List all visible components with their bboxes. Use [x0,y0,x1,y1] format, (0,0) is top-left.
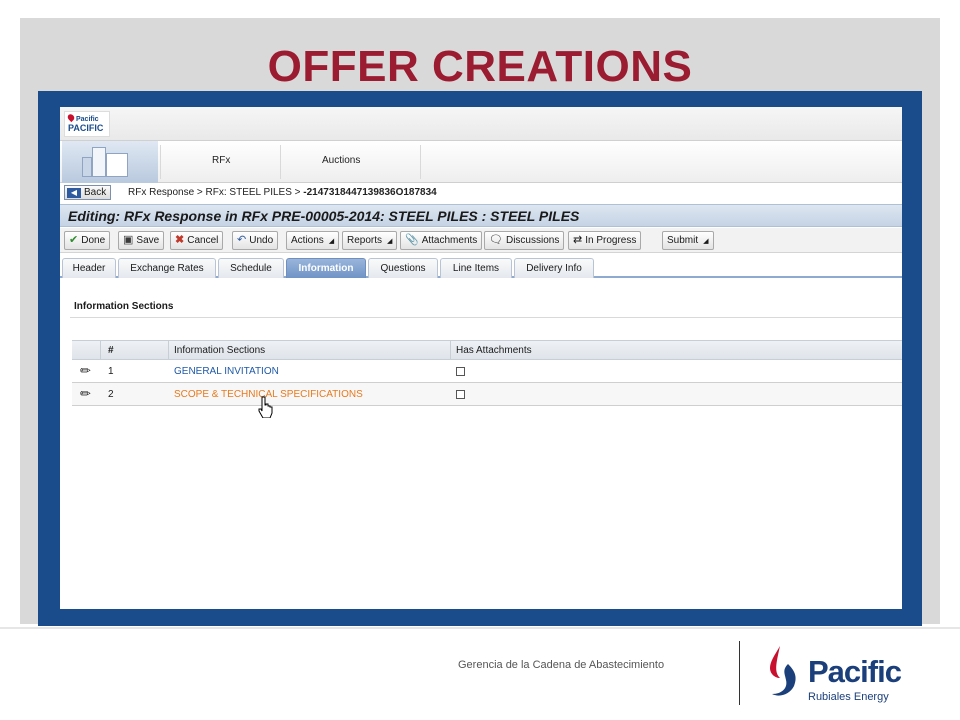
paperclip-icon: 📎 [405,234,419,246]
app-window: Pacific PACIFIC RFx Auctions ◀ Back RFx … [60,107,902,609]
footer-text: Gerencia de la Cadena de Abastecimiento [458,659,665,671]
attachments-button[interactable]: 📎 Attachments [400,231,483,250]
screenshot-frame: Pacific PACIFIC RFx Auctions ◀ Back RFx … [38,91,922,626]
workflow-icon: ⇄ [573,234,583,246]
back-arrow-icon: ◀ [67,187,81,198]
done-label: Done [81,235,106,246]
breadcrumb-row: ◀ Back RFx Response > RFx: STEEL PILES >… [60,183,902,203]
dropdown-caret-icon: ◢ [703,237,709,245]
brand-tagline: Rubiales Energy [808,691,889,703]
tab-information[interactable]: Information [286,258,366,278]
undo-label: Undo [249,235,274,246]
undo-arrow-icon: ↶ [237,234,247,246]
back-button[interactable]: ◀ Back [64,185,112,200]
section-link[interactable]: GENERAL INVITATION [174,360,279,382]
checkmark-icon: ✔ [69,234,79,246]
toolbar: ✔ Done ▣ Save ✖ Cancel ↶ Undo Actions ◢ … [60,228,902,253]
actions-menu-button[interactable]: Actions ◢ [286,231,340,250]
logo-text: PACIFIC [68,123,104,133]
in-progress-label: In Progress [585,235,637,246]
breadcrumb-rfx-response[interactable]: RFx Response [128,187,194,198]
app-top-bar: Pacific PACIFIC [60,107,902,141]
submit-label: Submit [667,235,699,246]
slide: OFFER CREATIONS Pacific PACIFIC RFx Auct… [0,0,960,720]
breadcrumb-separator: > [196,187,203,198]
has-attachments-checkbox[interactable] [456,383,465,405]
brand-name: Pacific [808,654,902,689]
footer-divider-line [0,627,960,629]
row-number: 2 [108,388,114,400]
pacific-rubiales-logo: Pacific Rubiales Energy [764,640,924,710]
main-nav: RFx Auctions [60,141,902,183]
done-button[interactable]: ✔ Done [64,231,111,250]
discussions-button[interactable]: 🗨 Discussions [484,231,565,250]
divider [70,317,902,318]
tab-line-items[interactable]: Line Items [440,258,512,278]
breadcrumb-separator: > [294,187,301,198]
slide-title: OFFER CREATIONS [267,42,693,91]
table-row: ✏ 1 GENERAL INVITATION [72,360,902,383]
nav-tab-auctions[interactable]: Auctions [322,155,360,166]
attachments-label: Attachments [421,235,478,246]
back-button-label: Back [84,187,107,198]
cancel-x-icon: ✖ [175,234,185,246]
column-header-information-sections[interactable]: Information Sections [174,341,265,359]
edit-pencil-icon[interactable]: ✏ [80,383,91,405]
section-heading: Information Sections [74,301,174,312]
tab-exchange-rates[interactable]: Exchange Rates [118,258,216,278]
breadcrumb-rfx-steel-piles[interactable]: RFx: STEEL PILES [206,187,292,198]
floppy-disk-icon: ▣ [123,234,134,246]
table-header-row: # Information Sections Has Attachments [72,340,902,360]
logo-small-text: Pacific [76,116,99,123]
logo-drop-icon [66,112,76,123]
tab-delivery-info[interactable]: Delivery Info [514,258,594,278]
information-sections-table: # Information Sections Has Attachments ✏… [72,340,902,406]
reports-menu-button[interactable]: Reports ◢ [342,231,398,250]
row-number: 1 [108,365,114,377]
save-button[interactable]: ▣ Save [118,231,165,250]
dropdown-caret-icon: ◢ [328,237,335,245]
cancel-label: Cancel [187,235,219,246]
save-label: Save [136,235,160,246]
hand-cursor-icon [258,396,273,418]
tab-bar: Header Exchange Rates Schedule Informati… [60,254,902,278]
breadcrumb: RFx Response > RFx: STEEL PILES > -21473… [128,187,437,198]
breadcrumb-current: -2147318447139836O187834 [303,187,437,198]
page-title: Editing: RFx Response in RFx PRE-00005-2… [68,208,580,224]
column-header-number[interactable]: # [108,341,114,359]
nav-tab-rfx[interactable]: RFx [212,155,230,166]
footer-vertical-divider [739,641,740,705]
tab-header[interactable]: Header [62,258,116,278]
page-title-bar: Editing: RFx Response in RFx PRE-00005-2… [60,204,902,227]
tab-questions[interactable]: Questions [368,258,438,278]
column-header-has-attachments[interactable]: Has Attachments [456,341,532,359]
actions-label: Actions [291,235,324,246]
building-icon[interactable] [62,141,158,183]
edit-pencil-icon[interactable]: ✏ [80,360,91,382]
app-logo[interactable]: Pacific PACIFIC [64,111,110,137]
table-row: ✏ 2 SCOPE & TECHNICAL SPECIFICATIONS [72,383,902,406]
cancel-button[interactable]: ✖ Cancel [170,231,224,250]
reports-label: Reports [347,235,383,246]
pacific-drop-icon [770,646,796,696]
discussions-label: Discussions [505,235,560,246]
undo-button[interactable]: ↶ Undo [232,231,279,250]
submit-menu-button[interactable]: Submit ◢ [662,231,714,250]
tab-schedule[interactable]: Schedule [218,258,284,278]
speech-bubble-icon: 🗨 [489,234,503,246]
has-attachments-checkbox[interactable] [456,360,465,382]
in-progress-button[interactable]: ⇄ In Progress [568,231,642,250]
dropdown-caret-icon: ◢ [387,237,393,245]
